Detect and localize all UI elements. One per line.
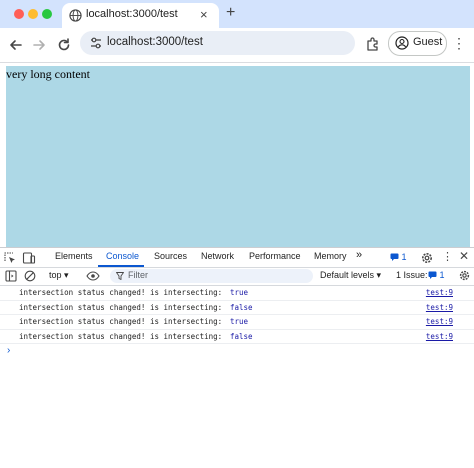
filter-placeholder: Filter (128, 270, 148, 280)
log-levels-dropdown[interactable]: Default levels ▾ (320, 270, 381, 281)
log-source-link[interactable]: test:9 (426, 301, 453, 315)
reload-icon[interactable] (55, 36, 73, 54)
minimize-window-button[interactable] (28, 9, 38, 19)
live-expression-eye-icon[interactable] (86, 271, 100, 281)
tab-title: localhost:3000/test (86, 8, 178, 20)
globe-icon (69, 9, 82, 22)
messages-badge[interactable]: 1 (390, 252, 407, 262)
tab-performance[interactable]: Performance (249, 251, 301, 261)
sidebar-toggle-icon[interactable] (5, 270, 17, 282)
browser-menu-icon[interactable]: ⋮ (452, 35, 466, 52)
log-text: intersection status changed! is intersec… (19, 331, 223, 341)
console-message-row: intersection status changed! is intersec… (0, 286, 474, 301)
url-text[interactable]: localhost:3000/test (107, 36, 203, 48)
console-prompt[interactable]: › (7, 345, 10, 356)
person-icon (395, 36, 409, 50)
log-text: intersection status changed! is intersec… (19, 302, 223, 312)
new-tab-button[interactable]: + (226, 4, 235, 22)
log-value: true (230, 317, 249, 326)
context-selector[interactable]: top ▾ (49, 270, 69, 281)
console-message-row: intersection status changed! is intersec… (0, 330, 474, 344)
devtools-menu-icon[interactable]: ⋮ (442, 250, 453, 263)
log-source-link[interactable]: test:9 (426, 315, 453, 329)
more-tabs-icon[interactable]: » (356, 249, 362, 261)
console-message-row: intersection status changed! is intersec… (0, 301, 474, 315)
browser-toolbar: localhost:3000/test Guest ⋮ (0, 28, 474, 63)
tab-memory[interactable]: Memory (314, 251, 347, 261)
tab-elements[interactable]: Elements (55, 251, 93, 261)
clear-console-icon[interactable] (24, 270, 36, 282)
log-value: false (230, 302, 253, 312)
tab-network[interactable]: Network (201, 251, 234, 261)
content-box: very long content (6, 66, 470, 247)
close-window-button[interactable] (14, 9, 24, 19)
issues-badge[interactable]: 1 (428, 270, 445, 280)
extension-icon[interactable] (364, 35, 382, 53)
log-source-link[interactable]: test:9 (426, 286, 453, 300)
issue-message-icon (428, 271, 437, 279)
settings-gear-icon[interactable] (420, 251, 434, 265)
site-info-icon[interactable] (89, 36, 103, 50)
filter-funnel-icon (116, 272, 124, 280)
maximize-window-button[interactable] (42, 9, 52, 19)
console-toolbar: top ▾ Filter Default levels ▾ 1 Issue: 1 (0, 268, 474, 286)
filter-input[interactable]: Filter (110, 269, 313, 283)
profile-button[interactable]: Guest (388, 31, 447, 56)
issues-count: 1 (439, 270, 445, 280)
close-devtools-icon[interactable]: ✕ (459, 249, 469, 263)
close-tab-icon[interactable]: × (200, 7, 208, 23)
devtools-panel: Elements Console Sources Network Perform… (0, 247, 474, 468)
tab-sources[interactable]: Sources (154, 251, 187, 261)
console-log: intersection status changed! is intersec… (0, 286, 474, 344)
console-message-row: intersection status changed! is intersec… (0, 315, 474, 330)
address-bar[interactable]: localhost:3000/test (80, 31, 355, 55)
log-text: intersection status changed! is intersec… (19, 288, 223, 297)
device-toolbar-icon[interactable] (22, 251, 36, 265)
forward-arrow-icon[interactable] (30, 36, 48, 54)
message-count: 1 (401, 252, 407, 262)
content-text: very long content (6, 67, 90, 81)
message-icon (390, 253, 399, 261)
page-viewport: very long content (0, 63, 474, 247)
issues-label[interactable]: 1 Issue: (396, 270, 428, 280)
inspect-element-icon[interactable] (3, 251, 17, 265)
back-arrow-icon[interactable] (7, 36, 25, 54)
active-tab-indicator (98, 265, 144, 267)
log-value: true (230, 288, 249, 297)
profile-label: Guest (413, 36, 443, 48)
console-settings-gear-icon[interactable] (458, 269, 471, 282)
log-text: intersection status changed! is intersec… (19, 317, 223, 326)
devtools-tab-bar: Elements Console Sources Network Perform… (0, 248, 474, 268)
tab-console[interactable]: Console (106, 251, 139, 261)
log-value: false (230, 331, 253, 341)
log-source-link[interactable]: test:9 (426, 330, 453, 344)
tab-strip: localhost:3000/test × + (0, 0, 474, 28)
browser-tab[interactable]: localhost:3000/test × (62, 3, 219, 28)
